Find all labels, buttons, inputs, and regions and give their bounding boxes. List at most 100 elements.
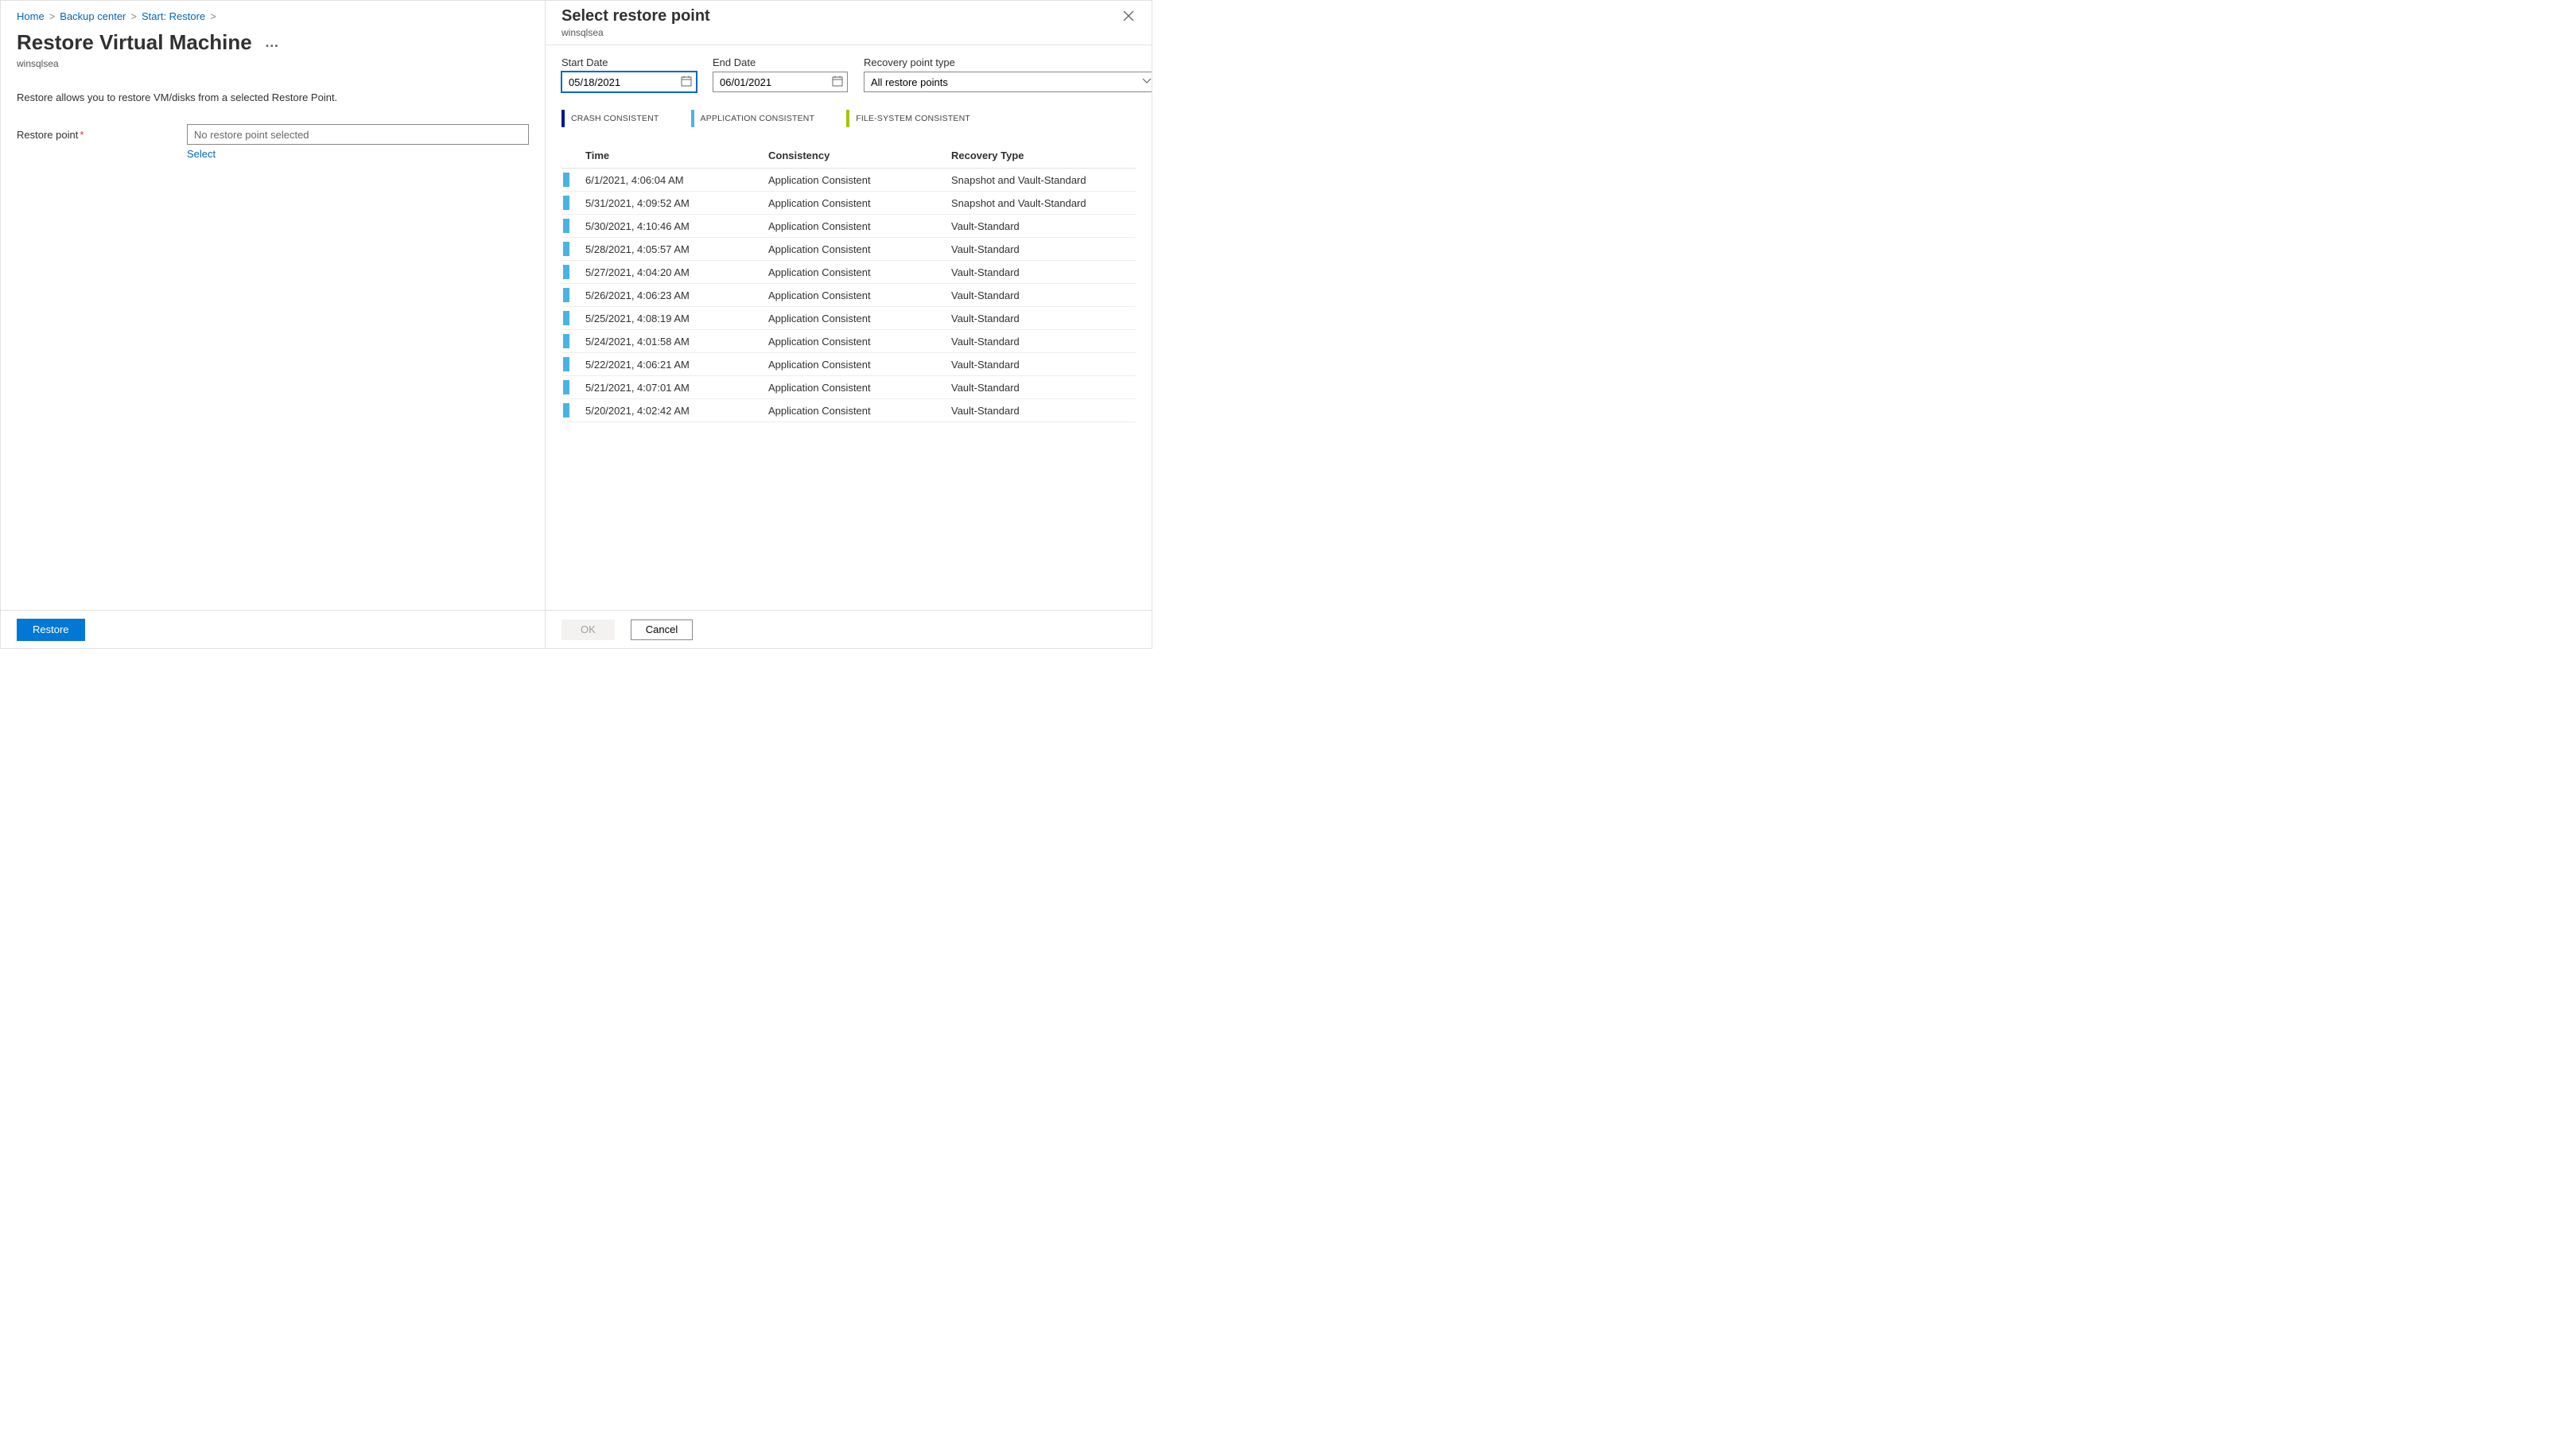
legend-crash-consistent: CRASH CONSISTENT [561, 110, 659, 127]
legend-bar-crash [561, 110, 565, 127]
breadcrumb-home[interactable]: Home [17, 10, 45, 22]
panel-subtitle: winsqlsea [561, 27, 710, 38]
consistency-indicator [563, 288, 569, 302]
panel-body: Start Date End Date Recovery point type [546, 45, 1152, 610]
cell-recovery: Vault-Standard [951, 359, 1136, 371]
table-row[interactable]: 5/25/2021, 4:08:19 AMApplication Consist… [561, 307, 1136, 330]
consistency-indicator [563, 403, 569, 418]
breadcrumb-backup-center[interactable]: Backup center [60, 10, 126, 22]
recovery-type-label: Recovery point type [864, 56, 1152, 68]
consistency-indicator [563, 265, 569, 279]
restore-button[interactable]: Restore [17, 619, 85, 641]
consistency-indicator [563, 173, 569, 187]
consistency-indicator [563, 380, 569, 394]
consistency-indicator [563, 242, 569, 256]
page-title: Restore Virtual Machine [17, 30, 252, 55]
more-actions-icon[interactable]: … [265, 34, 280, 51]
cell-time: 6/1/2021, 4:06:04 AM [585, 174, 768, 186]
table-row[interactable]: 5/21/2021, 4:07:01 AMApplication Consist… [561, 376, 1136, 399]
cell-consistency: Application Consistent [768, 289, 951, 301]
cell-consistency: Application Consistent [768, 336, 951, 348]
cell-consistency: Application Consistent [768, 197, 951, 209]
end-date-label: End Date [713, 56, 848, 68]
cell-recovery: Snapshot and Vault-Standard [951, 197, 1136, 209]
restore-point-input[interactable] [187, 124, 529, 145]
cell-recovery: Snapshot and Vault-Standard [951, 174, 1136, 186]
table-row[interactable]: 5/30/2021, 4:10:46 AMApplication Consist… [561, 215, 1136, 238]
table-row[interactable]: 5/26/2021, 4:06:23 AMApplication Consist… [561, 284, 1136, 307]
cell-time: 5/31/2021, 4:09:52 AM [585, 197, 768, 209]
consistency-indicator [563, 357, 569, 371]
table-row[interactable]: 5/20/2021, 4:02:42 AMApplication Consist… [561, 399, 1136, 422]
select-restore-point-panel: Select restore point winsqlsea Start Dat… [545, 1, 1152, 648]
breadcrumb: Home > Backup center > Start: Restore > [17, 10, 529, 22]
breadcrumb-separator: > [130, 10, 137, 22]
cell-consistency: Application Consistent [768, 313, 951, 324]
consistency-indicator [563, 334, 569, 348]
restore-points-table: Time Consistency Recovery Type 6/1/2021,… [561, 143, 1136, 422]
start-date-label: Start Date [561, 56, 697, 68]
cell-recovery: Vault-Standard [951, 405, 1136, 417]
table-row[interactable]: 5/27/2021, 4:04:20 AMApplication Consist… [561, 261, 1136, 284]
table-header: Time Consistency Recovery Type [561, 143, 1136, 169]
cell-time: 5/28/2021, 4:05:57 AM [585, 243, 768, 255]
end-date-input[interactable] [713, 72, 848, 92]
legend-bar-app [691, 110, 694, 127]
cell-time: 5/30/2021, 4:10:46 AM [585, 220, 768, 232]
recovery-type-select[interactable] [864, 72, 1152, 92]
cell-consistency: Application Consistent [768, 405, 951, 417]
col-time: Time [585, 150, 768, 161]
restore-point-label: Restore point* [17, 124, 187, 141]
consistency-indicator [563, 311, 569, 325]
col-recovery: Recovery Type [951, 150, 1136, 161]
cell-consistency: Application Consistent [768, 266, 951, 278]
legend-filesystem-consistent: FILE-SYSTEM CONSISTENT [846, 110, 970, 127]
cell-recovery: Vault-Standard [951, 336, 1136, 348]
close-icon[interactable] [1120, 7, 1137, 28]
panel-footer: OK Cancel [546, 610, 1152, 648]
cell-consistency: Application Consistent [768, 243, 951, 255]
table-row[interactable]: 6/1/2021, 4:06:04 AMApplication Consiste… [561, 169, 1136, 192]
cell-consistency: Application Consistent [768, 382, 951, 394]
cell-recovery: Vault-Standard [951, 243, 1136, 255]
breadcrumb-separator: > [210, 10, 216, 22]
panel-header: Select restore point winsqlsea [546, 1, 1152, 45]
cell-recovery: Vault-Standard [951, 289, 1136, 301]
cancel-button[interactable]: Cancel [631, 620, 693, 640]
table-row[interactable]: 5/31/2021, 4:09:52 AMApplication Consist… [561, 192, 1136, 215]
legend-application-consistent: APPLICATION CONSISTENT [691, 110, 815, 127]
page-subtitle: winsqlsea [17, 58, 529, 69]
table-row[interactable]: 5/24/2021, 4:01:58 AMApplication Consist… [561, 330, 1136, 353]
cell-recovery: Vault-Standard [951, 266, 1136, 278]
left-footer: Restore [1, 610, 545, 648]
required-asterisk: * [80, 129, 84, 141]
ok-button: OK [561, 620, 615, 640]
table-row[interactable]: 5/22/2021, 4:06:21 AMApplication Consist… [561, 353, 1136, 376]
select-restore-point-link[interactable]: Select [187, 148, 216, 160]
cell-time: 5/26/2021, 4:06:23 AM [585, 289, 768, 301]
page-title-row: Restore Virtual Machine … [17, 30, 529, 55]
cell-recovery: Vault-Standard [951, 220, 1136, 232]
cell-recovery: Vault-Standard [951, 313, 1136, 324]
cell-time: 5/22/2021, 4:06:21 AM [585, 359, 768, 371]
start-date-input[interactable] [561, 72, 697, 92]
filter-row: Start Date End Date Recovery point type [561, 56, 1136, 92]
breadcrumb-start-restore[interactable]: Start: Restore [142, 10, 205, 22]
restore-vm-pane: Home > Backup center > Start: Restore > … [1, 1, 545, 648]
breadcrumb-separator: > [49, 10, 56, 22]
cell-consistency: Application Consistent [768, 174, 951, 186]
cell-time: 5/20/2021, 4:02:42 AM [585, 405, 768, 417]
table-row[interactable]: 5/28/2021, 4:05:57 AMApplication Consist… [561, 238, 1136, 261]
panel-title: Select restore point [561, 7, 710, 25]
restore-point-label-text: Restore point [17, 129, 78, 141]
legend-app-label: APPLICATION CONSISTENT [701, 114, 815, 123]
legend: CRASH CONSISTENT APPLICATION CONSISTENT … [561, 110, 1136, 127]
cell-time: 5/24/2021, 4:01:58 AM [585, 336, 768, 348]
cell-recovery: Vault-Standard [951, 382, 1136, 394]
legend-bar-fs [846, 110, 849, 127]
page-description: Restore allows you to restore VM/disks f… [17, 91, 529, 103]
consistency-indicator [563, 219, 569, 233]
legend-fs-label: FILE-SYSTEM CONSISTENT [856, 114, 970, 123]
cell-consistency: Application Consistent [768, 359, 951, 371]
legend-crash-label: CRASH CONSISTENT [571, 114, 659, 123]
